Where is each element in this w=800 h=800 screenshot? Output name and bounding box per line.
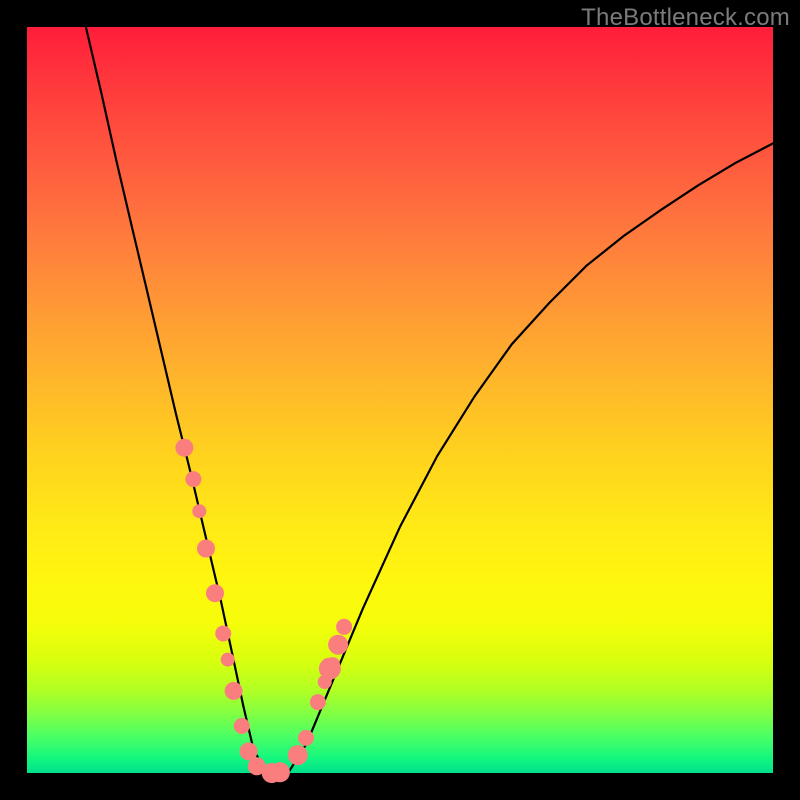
highlight-dot: [192, 504, 206, 518]
highlight-dot: [197, 540, 215, 558]
bottleneck-curve: [86, 27, 773, 773]
highlight-dot: [326, 657, 340, 671]
chart-svg: [27, 27, 773, 773]
watermark-label: TheBottleneck.com: [581, 4, 790, 32]
highlight-dot: [221, 653, 235, 667]
highlight-dot: [288, 745, 308, 765]
highlight-dot: [225, 682, 243, 700]
highlight-dot: [175, 439, 193, 457]
highlight-dot: [206, 584, 224, 602]
highlight-dot: [270, 762, 290, 782]
highlight-dot: [310, 694, 326, 710]
highlight-dot: [185, 471, 201, 487]
highlight-dot: [298, 730, 314, 746]
highlight-dot: [336, 619, 352, 635]
app-frame: TheBottleneck.com: [0, 0, 800, 800]
highlight-dot: [328, 635, 348, 655]
highlight-dot: [215, 626, 231, 642]
plot-area: [27, 27, 773, 773]
highlight-dots-group: [175, 439, 352, 783]
highlight-dot: [234, 718, 250, 734]
